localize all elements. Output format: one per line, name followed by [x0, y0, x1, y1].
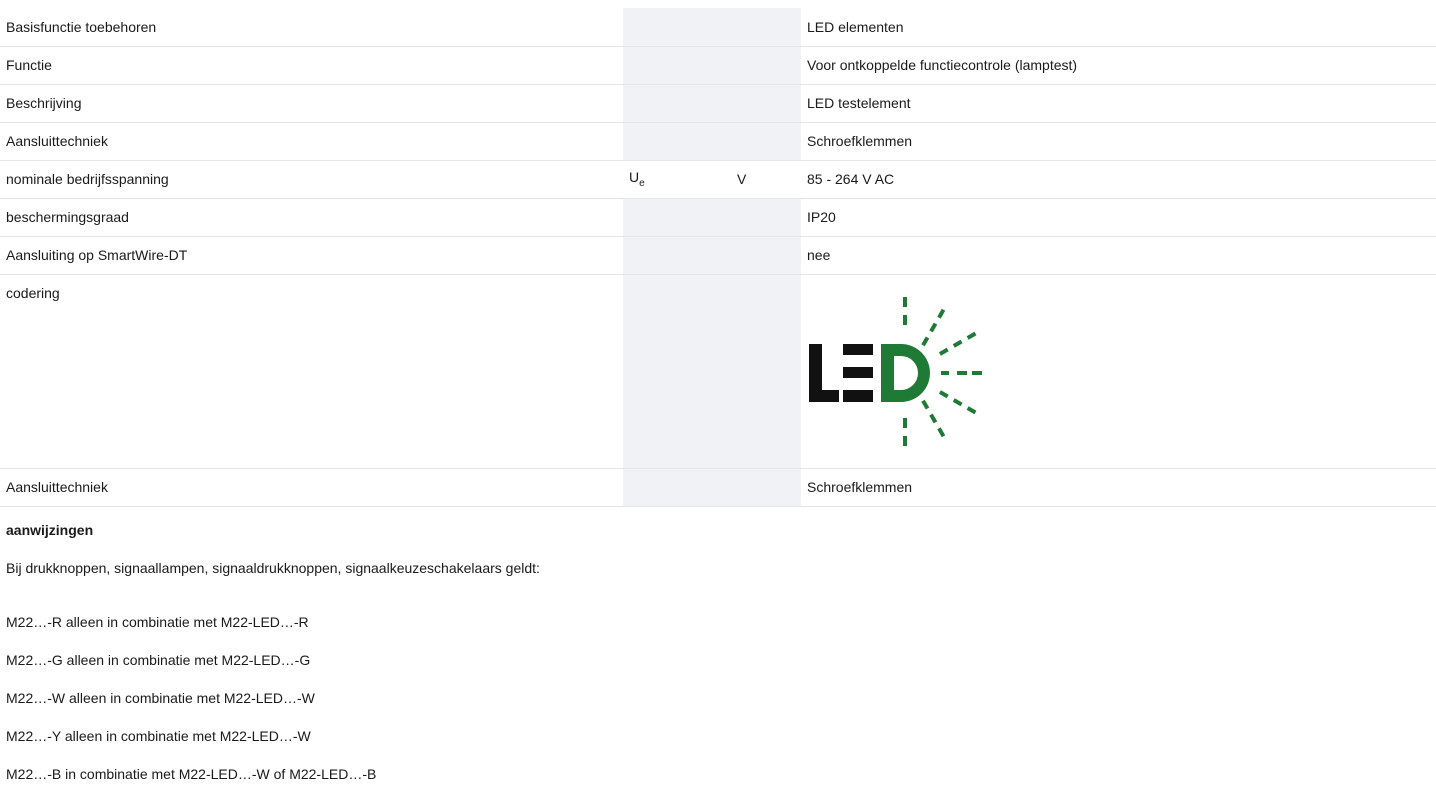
spec-label: Aansluittechniek — [0, 468, 623, 507]
spec-symbol — [623, 236, 731, 275]
spec-table: Basisfunctie toebehoren LED elementen Fu… — [0, 8, 1436, 507]
spec-label: Functie — [0, 46, 623, 85]
led-logo-icon — [809, 296, 982, 446]
spec-label: nominale bedrijfsspanning — [0, 160, 623, 199]
spec-label: Beschrijving — [0, 84, 623, 123]
spec-label: beschermingsgraad — [0, 198, 623, 237]
spec-row-logo: codering — [0, 274, 1436, 469]
spec-row: nominale bedrijfsspanning Ue V 85 - 264 … — [0, 160, 1436, 199]
spec-value: LED elementen — [801, 8, 1436, 47]
spec-value: 85 - 264 V AC — [801, 160, 1436, 199]
spec-row: Beschrijving LED testelement — [0, 84, 1436, 123]
spec-symbol — [623, 468, 731, 507]
spec-symbol — [623, 8, 731, 47]
spec-row: Aansluittechniek Schroefklemmen — [0, 122, 1436, 161]
spec-unit — [731, 236, 801, 275]
spec-row: Aansluiting op SmartWire-DT nee — [0, 236, 1436, 275]
spec-unit — [731, 122, 801, 161]
spec-unit — [731, 198, 801, 237]
spec-value: Schroefklemmen — [801, 468, 1436, 507]
spec-value: Schroefklemmen — [801, 122, 1436, 161]
spec-row: Basisfunctie toebehoren LED elementen — [0, 8, 1436, 47]
notes-section: aanwijzingen Bij drukknoppen, signaallam… — [6, 520, 1426, 802]
spec-label: codering — [0, 274, 623, 469]
spec-unit — [731, 84, 801, 123]
notes-line: M22…-W alleen in combinatie met M22-LED…… — [6, 690, 315, 706]
spec-unit — [731, 46, 801, 85]
spec-value: nee — [801, 236, 1436, 275]
spec-symbol — [623, 198, 731, 237]
symbol-subscript: e — [639, 177, 645, 189]
spec-row: Aansluittechniek Schroefklemmen — [0, 468, 1436, 507]
spec-unit: V — [731, 160, 801, 199]
spec-row: beschermingsgraad IP20 — [0, 198, 1436, 237]
led-logo — [807, 285, 1436, 452]
notes-line: M22…-B in combinatie met M22-LED…-W of M… — [6, 766, 377, 782]
spec-unit — [731, 8, 801, 47]
notes-title: aanwijzingen — [6, 522, 94, 538]
spec-value: IP20 — [801, 198, 1436, 237]
notes-line: M22…-R alleen in combinatie met M22-LED…… — [6, 614, 309, 630]
spec-symbol: Ue — [623, 160, 731, 199]
notes-intro: Bij drukknoppen, signaallampen, signaald… — [6, 560, 540, 576]
product-spec-page: Basisfunctie toebehoren LED elementen Fu… — [0, 0, 1436, 807]
spec-value: LED testelement — [801, 84, 1436, 123]
notes-line: M22…-G alleen in combinatie met M22-LED…… — [6, 652, 311, 668]
spec-value: Voor ontkoppelde functiecontrole (lampte… — [801, 46, 1436, 85]
spec-symbol — [623, 274, 731, 469]
spec-value — [801, 274, 1436, 469]
spec-unit — [731, 274, 801, 469]
spec-symbol — [623, 84, 731, 123]
spec-symbol — [623, 46, 731, 85]
symbol-main: U — [629, 169, 640, 186]
spec-label: Aansluiting op SmartWire-DT — [0, 236, 623, 275]
spec-unit — [731, 468, 801, 507]
notes-line: M22…-Y alleen in combinatie met M22-LED…… — [6, 728, 311, 744]
spec-row: Functie Voor ontkoppelde functiecontrole… — [0, 46, 1436, 85]
spec-symbol — [623, 122, 731, 161]
spec-label: Basisfunctie toebehoren — [0, 8, 623, 47]
spec-label: Aansluittechniek — [0, 122, 623, 161]
